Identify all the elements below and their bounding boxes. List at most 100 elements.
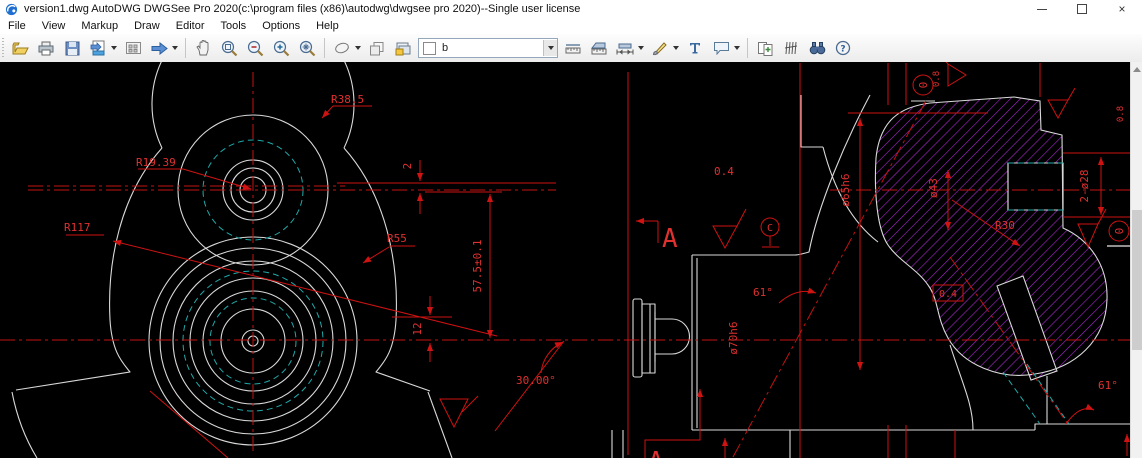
svg-text:?: ? <box>840 45 845 55</box>
dim-offset: 2 <box>401 163 414 170</box>
menu-item-editor[interactable]: Editor <box>168 19 213 33</box>
menu-item-draw[interactable]: Draw <box>126 19 168 33</box>
pan-button[interactable] <box>191 35 215 61</box>
menu-item-markup[interactable]: Markup <box>73 19 126 33</box>
measure-area-button[interactable] <box>587 35 611 61</box>
text-tool-icon <box>688 41 702 55</box>
zoom-in-icon <box>273 40 290 57</box>
print-icon <box>38 41 54 56</box>
dim-angle-right: 61° <box>1098 379 1118 392</box>
dim-roughness-edge: 0.8 <box>1116 106 1126 122</box>
toolbar-separator <box>747 38 748 58</box>
help-button[interactable]: ? <box>831 35 855 61</box>
measure-distance-button[interactable] <box>613 35 637 61</box>
freehand-pen-button[interactable] <box>648 35 672 61</box>
text-tool-button[interactable] <box>683 35 707 61</box>
open-folder-icon <box>12 41 29 56</box>
restore-icon <box>1077 4 1087 14</box>
chevron-down-icon <box>548 46 554 50</box>
dim-angle-left: 61° <box>753 286 773 299</box>
copy-object-icon <box>369 41 385 56</box>
zoom-extents-button[interactable] <box>295 35 319 61</box>
toolbar-separator <box>324 38 325 58</box>
pan-hand-icon <box>196 40 211 56</box>
dim-radius-outer: R117 <box>64 221 91 234</box>
vertical-scrollbar[interactable] <box>1130 62 1142 458</box>
comment-button[interactable] <box>709 35 733 61</box>
dim-dia-hub: ø70h6 <box>727 321 740 354</box>
print-button[interactable] <box>34 35 58 61</box>
markup-dropdown-caret[interactable] <box>355 46 361 50</box>
layer-combo[interactable]: b <box>418 38 558 58</box>
dim-roughness-box: 0.4 <box>939 289 957 300</box>
dwgsee-window: version1.dwg AutoDWG DWGSee Pro 2020(c:\… <box>0 0 1142 458</box>
markup-hatch-button[interactable] <box>779 35 803 61</box>
help-icon: ? <box>835 40 851 56</box>
app-icon <box>5 3 18 16</box>
dim-flatness: 0.4 <box>714 165 734 178</box>
measure-length-button[interactable] <box>561 35 585 61</box>
drawing-viewport[interactable]: R38.5 R19.39 R117 R55 2 57.5±0.1 12 30.0… <box>0 62 1130 458</box>
zoom-out-button[interactable] <box>243 35 267 61</box>
measure-distance-icon <box>616 42 634 55</box>
dim-radius-head: R38.5 <box>331 93 364 106</box>
pen-dropdown-caret[interactable] <box>673 46 679 50</box>
save-icon <box>65 41 80 56</box>
binoculars-icon <box>809 41 826 55</box>
restore-button[interactable] <box>1062 0 1102 18</box>
menu-item-options[interactable]: Options <box>254 19 308 33</box>
dim-notch-angle: 30.00° <box>516 374 556 387</box>
window-title: version1.dwg AutoDWG DWGSee Pro 2020(c:\… <box>24 3 580 15</box>
thumbnails-button[interactable] <box>121 35 145 61</box>
copy-page-button[interactable] <box>753 35 777 61</box>
copy-object-button[interactable] <box>365 35 389 61</box>
minimize-icon <box>1037 9 1047 10</box>
dim-holes: 2-ø28 <box>1078 169 1091 202</box>
datum-zero-right: 0 <box>1112 228 1125 235</box>
zoom-in-button[interactable] <box>269 35 293 61</box>
datum-c-label: C <box>767 223 773 234</box>
pen-icon <box>652 40 668 56</box>
ellipse-markup-button[interactable] <box>330 35 354 61</box>
measure-length-icon <box>564 41 582 55</box>
measure-area-icon <box>590 41 608 56</box>
minimize-button[interactable] <box>1022 0 1062 18</box>
close-icon: × <box>1118 3 1125 15</box>
ellipse-icon <box>334 42 350 54</box>
chevron-up-icon <box>1133 67 1141 72</box>
dwg-drawing: R38.5 R19.39 R117 R55 2 57.5±0.1 12 30.0… <box>0 62 1130 458</box>
dim-dia-small: ø43 <box>927 178 940 198</box>
zoom-extents-icon <box>299 40 316 57</box>
forward-button[interactable] <box>147 35 171 61</box>
menu-item-view[interactable]: View <box>34 19 74 33</box>
forward-dropdown-caret[interactable] <box>172 46 178 50</box>
layers-button[interactable] <box>391 35 415 61</box>
open-button[interactable] <box>8 35 32 61</box>
menu-item-file[interactable]: File <box>0 19 34 33</box>
toolbar-grip[interactable] <box>2 38 4 58</box>
layer-combo-caret[interactable] <box>543 40 557 56</box>
menu-item-tools[interactable]: Tools <box>213 19 255 33</box>
title-bar: version1.dwg AutoDWG DWGSee Pro 2020(c:\… <box>0 0 1142 18</box>
section-hatch-region <box>875 97 1107 380</box>
close-button[interactable]: × <box>1102 0 1142 18</box>
convert-dropdown-caret[interactable] <box>111 46 117 50</box>
layer-color-swatch <box>423 42 436 55</box>
zoom-window-button[interactable] <box>217 35 241 61</box>
comment-dropdown-caret[interactable] <box>734 46 740 50</box>
comment-bubble-icon <box>713 41 730 55</box>
find-button[interactable] <box>805 35 829 61</box>
scrollbar-thumb[interactable] <box>1132 210 1142 350</box>
section-label-a-bottom: A <box>648 447 664 458</box>
save-button[interactable] <box>60 35 84 61</box>
measure-dropdown-caret[interactable] <box>638 46 644 50</box>
dim-step: 12 <box>411 322 424 335</box>
scrollbar-up-button[interactable] <box>1131 62 1142 76</box>
hatch-lines-icon <box>784 41 798 55</box>
copy-page-icon <box>757 41 774 56</box>
dim-roughness-top: 0.8 <box>932 71 942 87</box>
convert-button[interactable] <box>86 35 110 61</box>
layers-icon <box>395 41 412 56</box>
layer-combo-value: b <box>442 42 448 54</box>
menu-item-help[interactable]: Help <box>308 19 347 33</box>
